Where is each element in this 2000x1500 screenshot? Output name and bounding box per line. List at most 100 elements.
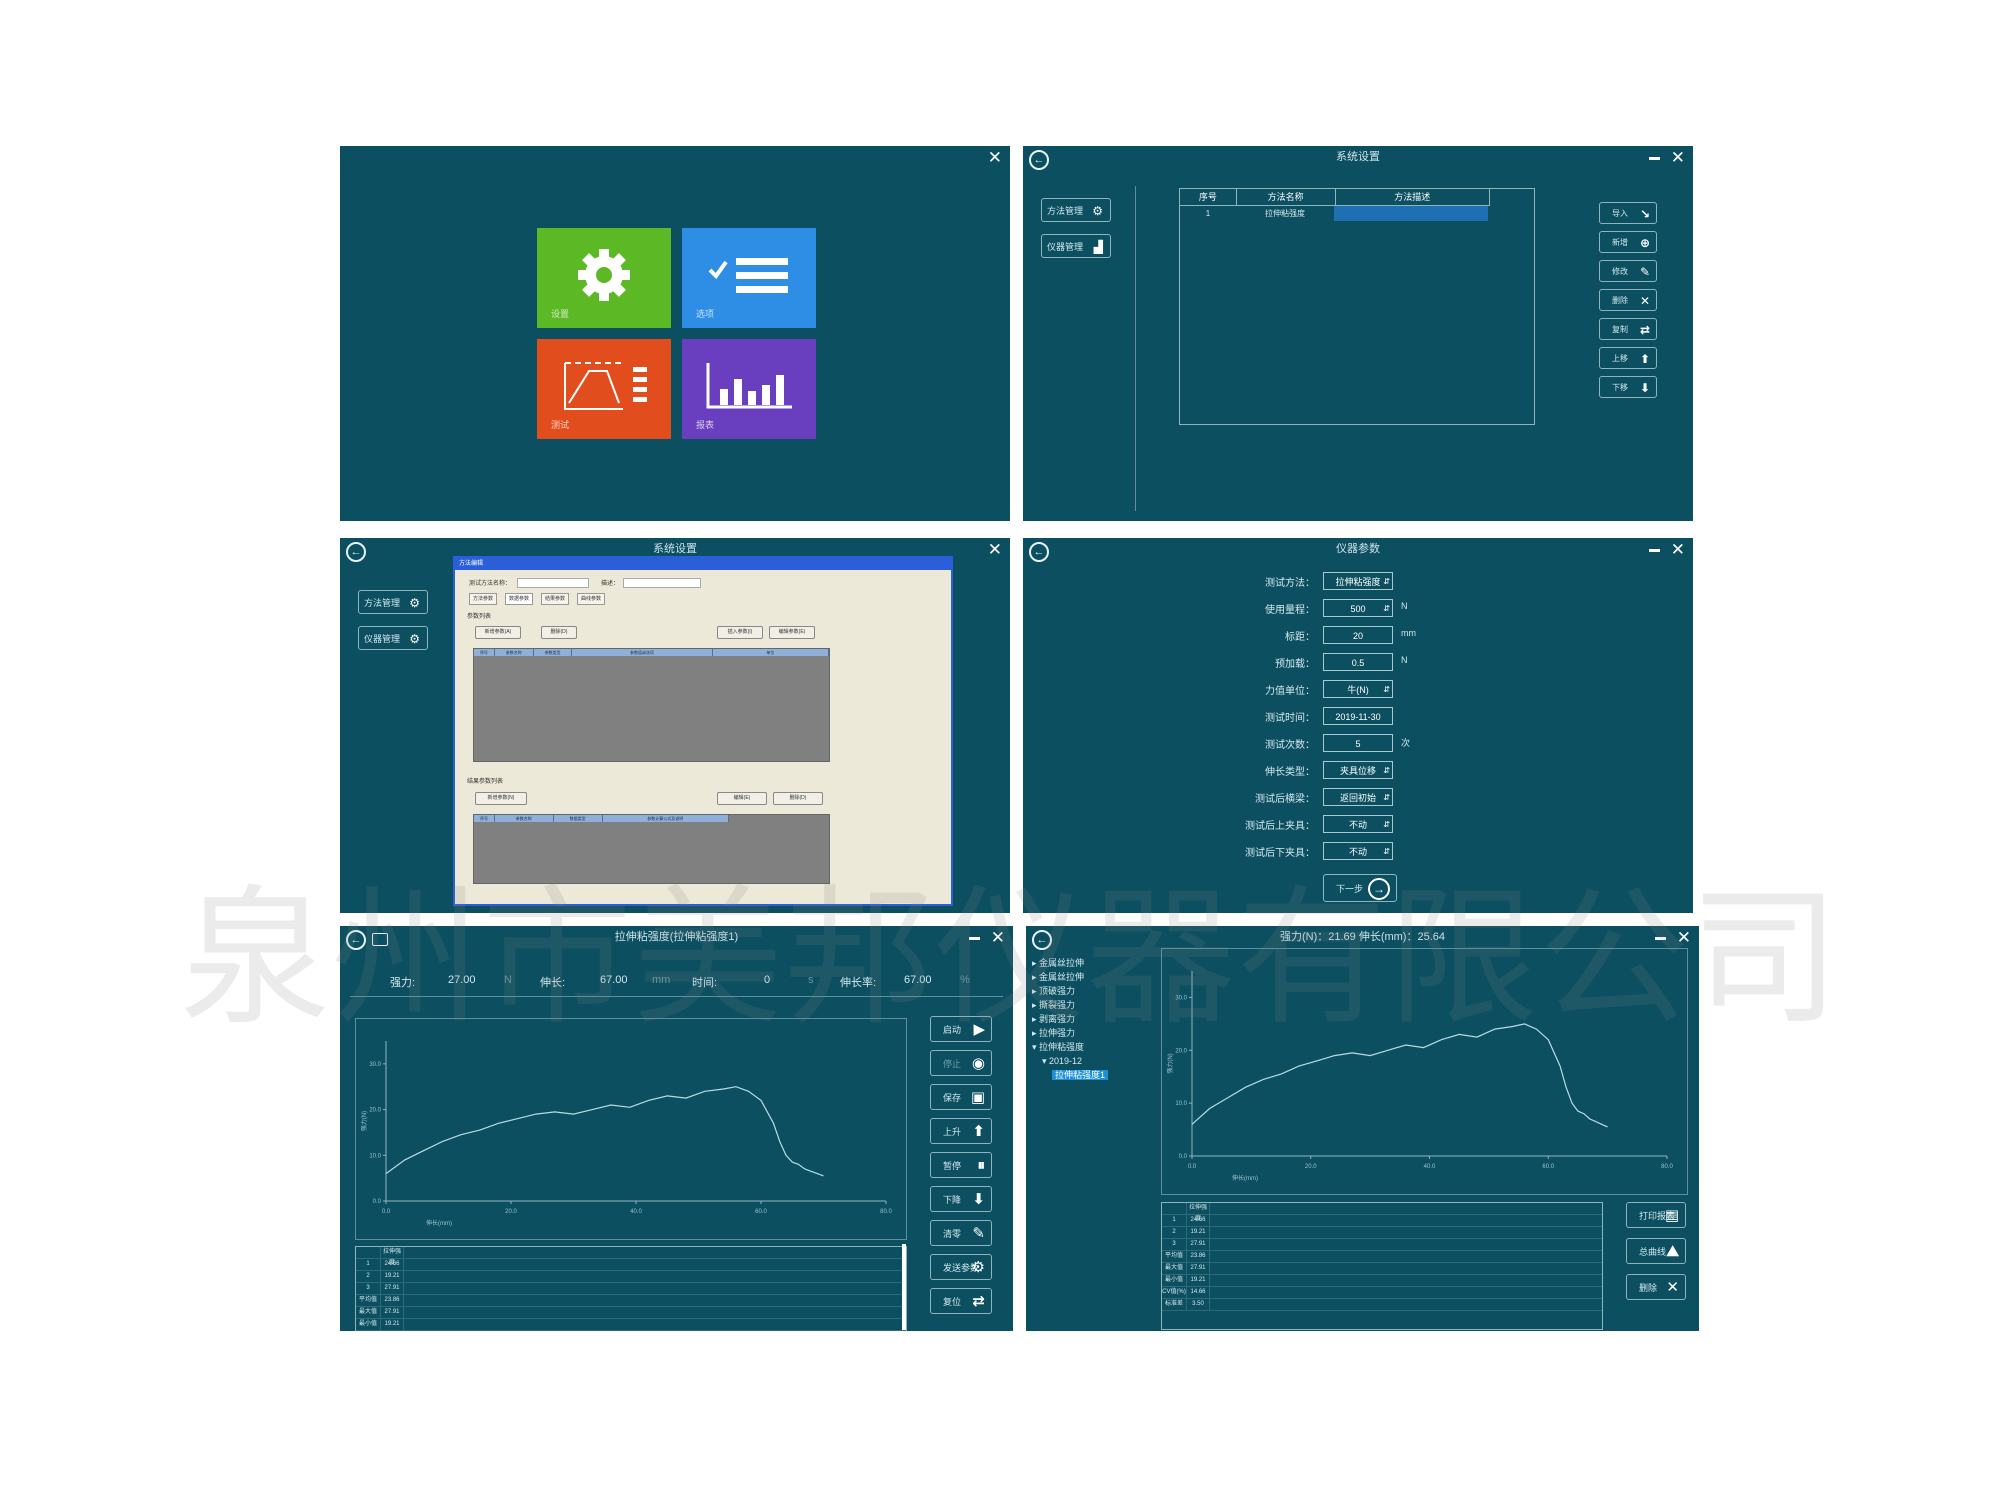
close-icon[interactable]: ✕ [1671, 540, 1685, 560]
param-select[interactable]: 拉伸粘强度 [1323, 572, 1393, 591]
table-row: 标准差 3.50 [1162, 1299, 1602, 1311]
add-param-button[interactable]: 新增参数(A) [475, 626, 521, 639]
force-curve-line [385, 1086, 824, 1177]
section-label: 参数列表 [467, 614, 492, 620]
pause-button[interactable]: 暂停 ⏸ [930, 1152, 992, 1178]
column-header: 参数名称 [495, 649, 534, 656]
delete-button[interactable]: 删除 ✕ [1626, 1274, 1686, 1300]
zero-button[interactable]: 清零 ✎ [930, 1220, 992, 1246]
instrument-management-button[interactable]: 仪器管理 ⚙ [358, 626, 428, 650]
close-icon[interactable]: ✕ [1671, 148, 1685, 168]
column-header: 参数计算公式及说明 [603, 815, 729, 822]
param-label: 力值单位： [1265, 686, 1315, 697]
param-unit: N [1401, 655, 1408, 665]
tree-item[interactable]: ▾ 2019-12 [1032, 1054, 1108, 1068]
param-input[interactable]: 20 [1323, 626, 1393, 644]
param-select[interactable]: 夹具位移 [1323, 761, 1393, 780]
column-header: 参数值或选项 [572, 649, 713, 656]
table-row[interactable]: 1 拉伸粘强度 [1180, 206, 1490, 221]
gear-icon: ⚙ [409, 632, 420, 646]
import-button[interactable]: 导入 ↘ [1599, 202, 1657, 224]
edit-button[interactable]: 修改 ✎ [1599, 260, 1657, 282]
next-step-button[interactable]: 下一步 → [1323, 874, 1397, 902]
instrument-management-button[interactable]: 仪器管理 ▟ [1041, 234, 1111, 258]
print-report-button[interactable]: 打印报表 ▤ [1626, 1202, 1686, 1228]
table-cell: 1 [1162, 1215, 1187, 1226]
add-result-param-button[interactable]: 新增参数(N) [475, 792, 527, 805]
param-input[interactable]: 0.5 [1323, 653, 1393, 671]
insert-param-button[interactable]: 插入参数(I) [717, 626, 763, 639]
move-down-button[interactable]: 下移 ⬇ [1599, 376, 1657, 398]
param-select[interactable]: 牛(N) [1323, 680, 1393, 699]
table-cell: 2 [1162, 1227, 1187, 1238]
delete-result-param-button[interactable]: 删除(D) [773, 792, 823, 805]
add-button[interactable]: 新增 ⊕ [1599, 231, 1657, 253]
param-select[interactable]: 500 [1323, 599, 1393, 618]
button-label: 方法管理 [1047, 206, 1084, 216]
tile-settings[interactable]: 设置 [537, 228, 671, 328]
description-input[interactable] [623, 578, 701, 588]
minimize-icon[interactable] [969, 937, 980, 940]
tree-item[interactable]: ▸ 撕裂强力 [1032, 998, 1108, 1012]
stop-button[interactable]: 停止 ◉ [930, 1050, 992, 1076]
raise-button[interactable]: 上升 ⬆ [930, 1118, 992, 1144]
method-name-input[interactable] [517, 578, 589, 588]
tab-data-params[interactable]: 数据参数 [505, 593, 534, 605]
tile-label: 报表 [696, 420, 715, 430]
tile-test[interactable]: 测试 [537, 339, 671, 439]
tree-item[interactable]: ▸ 顶破强力 [1032, 984, 1108, 998]
button-label: 上移 [1612, 354, 1628, 363]
tab-result-params[interactable]: 结果参数 [541, 593, 570, 605]
tab-method-params[interactable]: 方法参数 [469, 593, 498, 605]
force-curve-line [1191, 1023, 1608, 1128]
param-select[interactable]: 不动 [1323, 842, 1393, 861]
param-select[interactable]: 返回初始 [1323, 788, 1393, 807]
minimize-icon[interactable] [1649, 157, 1660, 160]
close-icon[interactable]: ✕ [1677, 928, 1691, 948]
button-label: 方法管理 [364, 598, 401, 608]
scrollbar[interactable] [902, 1244, 906, 1330]
tile-report[interactable]: 报表 [682, 339, 816, 439]
method-management-button[interactable]: 方法管理 ⚙ [1041, 198, 1111, 222]
live-test-window: ← 拉伸粘强度(拉伸粘强度1) ✕ 强力: 27.00 N 伸长: 67.00 … [340, 926, 1013, 1331]
tree-item[interactable]: ▸ 拉伸强力 [1032, 1026, 1108, 1040]
table-cell: 24.66 [381, 1259, 404, 1270]
force-label: 强力: [390, 977, 416, 989]
move-up-button[interactable]: 上移 ⬆ [1599, 347, 1657, 369]
edit-param-button[interactable]: 编辑参数(E) [769, 626, 815, 639]
method-management-button[interactable]: 方法管理 ⚙ [358, 590, 428, 614]
delete-button[interactable]: 删除 ✕ [1599, 289, 1657, 311]
param-input[interactable]: 2019-11-30 [1323, 707, 1393, 725]
tree-item[interactable]: ▸ 剥离强力 [1032, 1012, 1108, 1026]
close-icon[interactable]: ✕ [988, 540, 1002, 560]
tree-item-selected[interactable]: 拉伸粘强度1 [1032, 1068, 1109, 1082]
total-curve-button[interactable]: 总曲线 ⛰ [1626, 1238, 1686, 1264]
tree-item-label: 顶破强力 [1039, 986, 1076, 996]
lower-button[interactable]: 下降 ⬇ [930, 1186, 992, 1212]
table-cell: 3 [1162, 1239, 1187, 1250]
param-label: 预加载： [1275, 659, 1315, 670]
close-icon[interactable]: ✕ [991, 928, 1005, 948]
gear-icon: ⚙ [971, 1259, 985, 1276]
minimize-icon[interactable] [1649, 549, 1660, 552]
save-button[interactable]: 保存 ▣ [930, 1084, 992, 1110]
minimize-icon[interactable] [1655, 937, 1666, 940]
delete-param-button[interactable]: 删除(D) [541, 626, 577, 639]
tile-options[interactable]: 选项 [682, 228, 816, 328]
edit-result-param-button[interactable]: 编辑(E) [717, 792, 767, 805]
copy-button[interactable]: 复制 ⇄ [1599, 318, 1657, 340]
tree-item[interactable]: ▾ 拉伸粘强度 [1032, 1040, 1108, 1054]
start-button[interactable]: 启动 ▶ [930, 1016, 992, 1042]
table-row: 最小值 19.21 [356, 1319, 906, 1331]
elongation-unit: mm [652, 974, 671, 986]
param-select[interactable]: 不动 [1323, 815, 1393, 834]
reset-button[interactable]: 复位 ⇄ [930, 1288, 992, 1314]
elongation-value: 67.00 [600, 974, 628, 986]
send-params-button[interactable]: 发送参数 ⚙ [930, 1254, 992, 1280]
tab-curve-params[interactable]: 曲线参数 [577, 593, 606, 605]
tree-item[interactable]: ▸ 金属丝拉伸 [1032, 970, 1108, 984]
param-input[interactable]: 5 [1323, 734, 1393, 752]
close-icon[interactable]: ✕ [988, 148, 1002, 168]
table-cell: 拉伸强度 [1187, 1203, 1210, 1222]
tree-item[interactable]: ▸ 金属丝拉伸 [1032, 956, 1108, 970]
